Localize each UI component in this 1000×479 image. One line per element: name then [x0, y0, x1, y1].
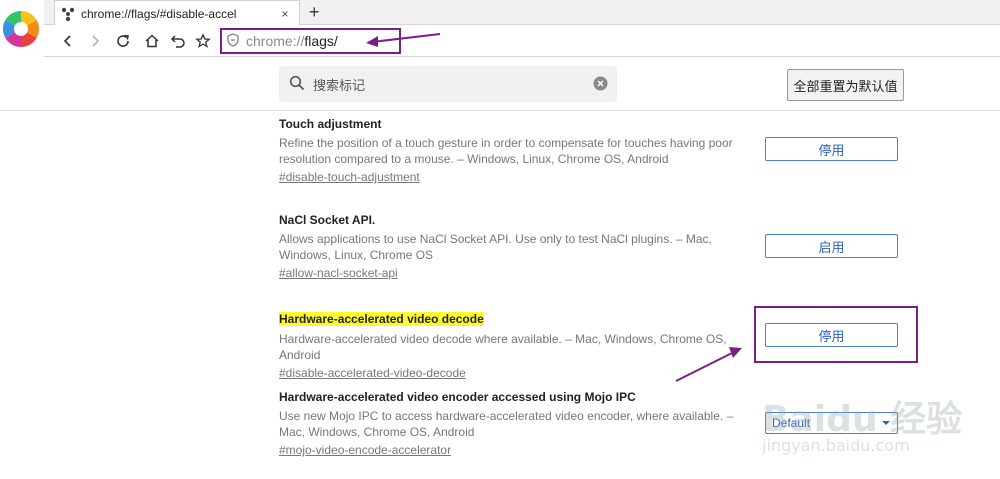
- disable-touch-adjustment-button[interactable]: 停用: [765, 137, 898, 161]
- enable-nacl-socket-button[interactable]: 启用: [765, 234, 898, 258]
- baidu-watermark: Baidu 经验 jingyan.baidu.com: [762, 370, 992, 460]
- experiment-touch-adjustment: Touch adjustment Refine the position of …: [279, 117, 749, 186]
- forward-icon[interactable]: [84, 30, 106, 52]
- clear-icon[interactable]: [593, 76, 608, 91]
- highlight-box: [754, 306, 918, 363]
- experiment-mojo-video-encode: Hardware-accelerated video encoder acces…: [279, 390, 749, 459]
- experiment-name: Hardware-accelerated video decode: [279, 312, 484, 326]
- search-icon: [289, 75, 305, 94]
- reset-all-button[interactable]: 全部重置为默认值: [787, 69, 904, 101]
- experiment-name: Touch adjustment: [279, 117, 382, 131]
- new-tab-button[interactable]: +: [309, 2, 320, 22]
- undo-icon[interactable]: [167, 30, 189, 52]
- tab-strip: chrome://flags/#disable-accel × +: [44, 0, 1000, 26]
- reload-icon[interactable]: [112, 30, 134, 52]
- tab-flags[interactable]: chrome://flags/#disable-accel ×: [54, 0, 300, 26]
- url-scheme: chrome://: [246, 33, 305, 49]
- experiment-link[interactable]: #disable-accelerated-video-decode: [279, 365, 466, 381]
- experiment-name: NaCl Socket API.: [279, 213, 376, 227]
- experiment-name: Hardware-accelerated video encoder acces…: [279, 390, 636, 404]
- experiment-video-decode: Hardware-accelerated video decode Hardwa…: [279, 310, 749, 382]
- experiment-description: Use new Mojo IPC to access hardware-acce…: [279, 409, 734, 439]
- search-input[interactable]: 搜索标记: [279, 66, 617, 102]
- address-bar[interactable]: chrome://flags/: [220, 28, 401, 54]
- experiment-nacl-socket: NaCl Socket API. Allows applications to …: [279, 213, 749, 282]
- url-host: flags/: [304, 33, 338, 49]
- experiment-description: Allows applications to use NaCl Socket A…: [279, 232, 712, 262]
- tab-close-icon[interactable]: ×: [277, 7, 293, 21]
- search-placeholder: 搜索标记: [313, 77, 366, 93]
- watermark-url: jingyan.baidu.com: [762, 436, 910, 455]
- home-icon[interactable]: [141, 30, 163, 52]
- back-icon[interactable]: [57, 30, 79, 52]
- experiment-link[interactable]: #allow-nacl-socket-api: [279, 265, 398, 281]
- shield-icon: [226, 32, 240, 50]
- watermark-brand: Baidu 经验: [762, 399, 963, 440]
- experiment-description: Hardware-accelerated video decode where …: [279, 332, 727, 362]
- flask-icon: [61, 7, 75, 21]
- experiment-link[interactable]: #disable-touch-adjustment: [279, 169, 420, 185]
- bookmark-star-icon[interactable]: [192, 30, 214, 52]
- flags-header: 搜索标记 全部重置为默认值: [0, 58, 1000, 111]
- experiment-description: Refine the position of a touch gesture i…: [279, 136, 733, 166]
- screen: chrome://flags/#disable-accel × + chrome…: [0, 0, 1000, 479]
- experiment-link[interactable]: #mojo-video-encode-accelerator: [279, 442, 451, 458]
- browser-logo-icon[interactable]: [0, 0, 44, 60]
- tab-title: chrome://flags/#disable-accel: [81, 6, 237, 21]
- toolbar: chrome://flags/: [44, 25, 1000, 57]
